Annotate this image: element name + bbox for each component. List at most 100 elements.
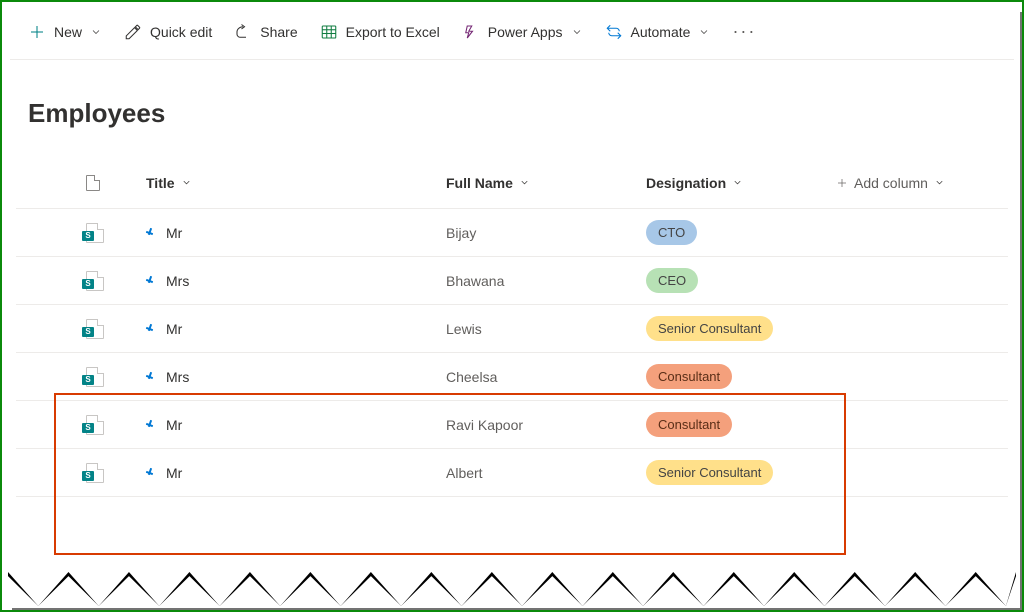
quick-edit-button[interactable]: Quick edit (124, 23, 212, 41)
header-title[interactable]: Title (146, 175, 446, 191)
row-title-value: Mr (166, 321, 182, 337)
row-title-cell[interactable]: Mrs (146, 369, 446, 385)
row-designation-cell: CEO (646, 268, 836, 293)
power-apps-button[interactable]: Power Apps (462, 23, 583, 41)
row-title-value: Mrs (166, 369, 189, 385)
more-actions-button[interactable]: ··· (732, 21, 756, 42)
row-title-cell[interactable]: Mrs (146, 273, 446, 289)
quick-edit-label: Quick edit (150, 24, 212, 40)
row-full-name-cell: Lewis (446, 321, 646, 337)
sharepoint-file-icon: S (86, 223, 104, 243)
chevron-down-icon (571, 26, 583, 38)
chevron-down-icon (90, 26, 102, 38)
app-frame: New Quick edit Share Export to Excel Pow… (0, 0, 1024, 612)
chevron-down-icon (519, 177, 530, 188)
row-type-cell: S (86, 271, 146, 291)
header-add-column-label: Add column (854, 175, 928, 191)
row-title-cell[interactable]: Mr (146, 465, 446, 481)
app-canvas: New Quick edit Share Export to Excel Pow… (4, 4, 1020, 608)
designation-pill: Senior Consultant (646, 316, 773, 341)
export-excel-button[interactable]: Export to Excel (320, 23, 440, 41)
share-icon (234, 23, 252, 41)
sharepoint-file-icon: S (86, 367, 104, 387)
export-excel-label: Export to Excel (346, 24, 440, 40)
table-row[interactable]: S Mrs Bhawana CEO (16, 257, 1008, 305)
row-title-cell[interactable]: Mr (146, 225, 446, 241)
table-row[interactable]: S Mrs Cheelsa Consultant (16, 353, 1008, 401)
table-row[interactable]: S Mr Lewis Senior Consultant (16, 305, 1008, 353)
document-type-icon (86, 175, 100, 191)
excel-icon (320, 23, 338, 41)
chevron-down-icon (698, 26, 710, 38)
row-full-name-value: Lewis (446, 321, 482, 337)
list-container: Title Full Name Designation Add column (10, 157, 1014, 497)
table-row[interactable]: S Mr Bijay CTO (16, 209, 1008, 257)
row-full-name-value: Bhawana (446, 273, 504, 289)
row-title-value: Mr (166, 225, 182, 241)
header-full-name[interactable]: Full Name (446, 175, 646, 191)
designation-pill: CTO (646, 220, 697, 245)
row-type-cell: S (86, 367, 146, 387)
row-type-cell: S (86, 415, 146, 435)
sharepoint-file-icon: S (86, 271, 104, 291)
designation-pill: Consultant (646, 364, 732, 389)
designation-pill: CEO (646, 268, 698, 293)
header-designation[interactable]: Designation (646, 175, 836, 191)
row-designation-cell: CTO (646, 220, 836, 245)
row-full-name-value: Cheelsa (446, 369, 497, 385)
new-item-indicator-icon (146, 324, 156, 334)
new-label: New (54, 24, 82, 40)
row-full-name-value: Albert (446, 465, 483, 481)
table-row[interactable]: S Mr Ravi Kapoor Consultant (16, 401, 1008, 449)
plus-icon (28, 23, 46, 41)
new-button[interactable]: New (28, 23, 102, 41)
share-label: Share (260, 24, 297, 40)
designation-pill: Consultant (646, 412, 732, 437)
new-item-indicator-icon (146, 420, 156, 430)
header-full-name-label: Full Name (446, 175, 513, 191)
sharepoint-file-icon: S (86, 463, 104, 483)
list-header: Title Full Name Designation Add column (16, 157, 1008, 209)
torn-edge-decoration-overlay (8, 572, 1016, 606)
row-full-name-cell: Bijay (446, 225, 646, 241)
row-designation-cell: Senior Consultant (646, 316, 836, 341)
row-title-cell[interactable]: Mr (146, 417, 446, 433)
share-button[interactable]: Share (234, 23, 297, 41)
power-apps-label: Power Apps (488, 24, 563, 40)
sharepoint-file-icon: S (86, 319, 104, 339)
table-row[interactable]: S Mr Albert Senior Consultant (16, 449, 1008, 497)
row-full-name-value: Ravi Kapoor (446, 417, 523, 433)
row-full-name-cell: Ravi Kapoor (446, 417, 646, 433)
row-title-value: Mr (166, 465, 182, 481)
row-title-value: Mrs (166, 273, 189, 289)
row-full-name-value: Bijay (446, 225, 476, 241)
new-item-indicator-icon (146, 228, 156, 238)
header-add-column[interactable]: Add column (836, 175, 986, 191)
row-designation-cell: Consultant (646, 412, 836, 437)
list-body: S Mr Bijay CTO S Mrs Bhawana CEO S Mr Lewis Senior … (16, 209, 1008, 497)
new-item-indicator-icon (146, 276, 156, 286)
chevron-down-icon (732, 177, 743, 188)
header-designation-label: Designation (646, 175, 726, 191)
new-item-indicator-icon (146, 468, 156, 478)
automate-button[interactable]: Automate (605, 23, 711, 41)
page-title: Employees (10, 60, 1014, 157)
new-item-indicator-icon (146, 372, 156, 382)
pencil-icon (124, 23, 142, 41)
row-full-name-cell: Albert (446, 465, 646, 481)
header-title-label: Title (146, 175, 175, 191)
row-designation-cell: Senior Consultant (646, 460, 836, 485)
command-bar: New Quick edit Share Export to Excel Pow… (10, 4, 1014, 60)
row-full-name-cell: Cheelsa (446, 369, 646, 385)
row-designation-cell: Consultant (646, 364, 836, 389)
sharepoint-file-icon: S (86, 415, 104, 435)
row-title-cell[interactable]: Mr (146, 321, 446, 337)
automate-label: Automate (631, 24, 691, 40)
chevron-down-icon (934, 177, 945, 188)
automate-icon (605, 23, 623, 41)
row-type-cell: S (86, 463, 146, 483)
row-full-name-cell: Bhawana (446, 273, 646, 289)
plus-icon (836, 177, 848, 189)
header-type[interactable] (86, 175, 146, 191)
row-title-value: Mr (166, 417, 182, 433)
